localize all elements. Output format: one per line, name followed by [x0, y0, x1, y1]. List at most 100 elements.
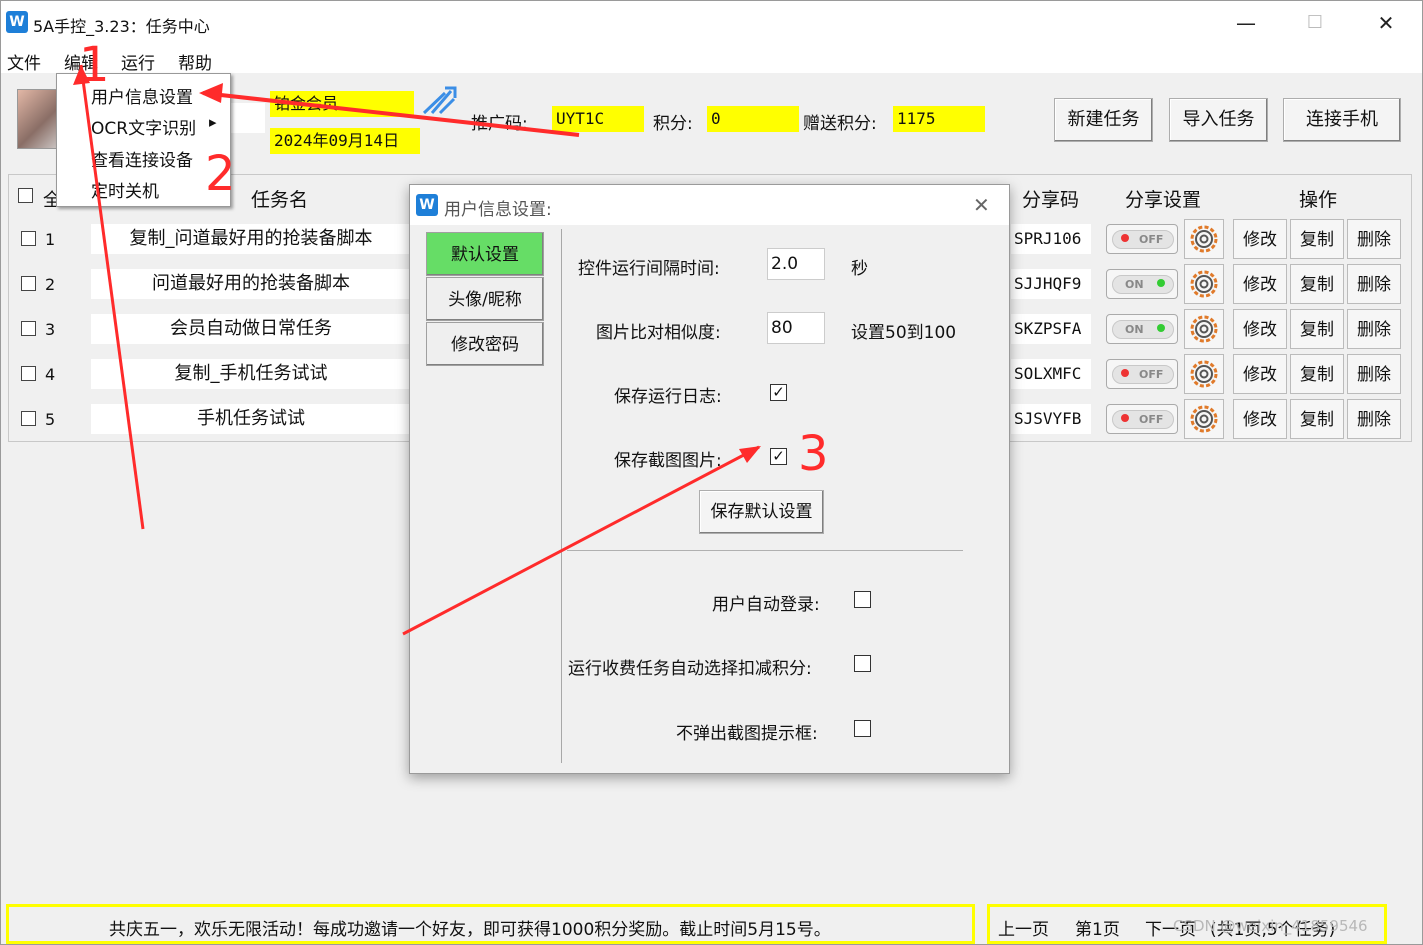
- toggle-state-label: OFF: [1139, 368, 1164, 381]
- similarity-hint: 设置50到100: [851, 323, 957, 343]
- edit-task-button[interactable]: 修改: [1233, 399, 1287, 439]
- avatar[interactable]: [17, 89, 57, 149]
- header-share-settings: 分享设置: [1125, 189, 1202, 211]
- dialog-app-icon: W: [416, 194, 438, 216]
- user-info-settings-dialog: W 用户信息设置: ✕ 默认设置 头像/昵称 修改密码 控件运行间隔时间: 2.…: [409, 184, 1010, 774]
- task-name-cell: 问道最好用的抢装备脚本: [91, 269, 411, 299]
- dialog-title: 用户信息设置:: [444, 200, 552, 220]
- save-screenshot-label: 保存截图图片:: [614, 451, 722, 471]
- prev-page-link[interactable]: 上一页: [998, 915, 1049, 940]
- toggle-state-label: ON: [1125, 278, 1144, 291]
- dialog-horizontal-divider: [567, 550, 963, 551]
- task-name-cell: 手机任务试试: [91, 404, 411, 434]
- connect-phone-button[interactable]: 连接手机: [1283, 98, 1401, 142]
- share-code-cell: SJJHQF9: [1011, 269, 1091, 299]
- menu-bar: 文件 编辑 运行 帮助: [1, 45, 1422, 74]
- gift-points-value: 1175: [893, 106, 985, 132]
- menu-scheduled-shutdown[interactable]: 定时关机: [91, 177, 159, 202]
- delete-task-button[interactable]: 删除: [1347, 264, 1401, 304]
- minimize-button[interactable]: —: [1223, 7, 1269, 39]
- toggle-state-label: ON: [1125, 323, 1144, 336]
- copy-task-button[interactable]: 复制: [1290, 219, 1344, 259]
- row-checkbox[interactable]: [21, 231, 36, 246]
- share-toggle[interactable]: OFF: [1106, 224, 1178, 254]
- select-all-checkbox[interactable]: [18, 188, 33, 203]
- points-label: 积分:: [653, 114, 693, 134]
- delete-task-button[interactable]: 删除: [1347, 219, 1401, 259]
- header-task-name: 任务名: [251, 189, 309, 211]
- delete-task-button[interactable]: 删除: [1347, 309, 1401, 349]
- no-screenshot-popup-label: 不弹出截图提示框:: [676, 724, 818, 744]
- close-button[interactable]: ✕: [1363, 7, 1409, 39]
- gear-icon[interactable]: [1184, 309, 1224, 349]
- auto-login-checkbox[interactable]: [854, 591, 871, 608]
- menu-file[interactable]: 文件: [7, 49, 41, 74]
- row-checkbox[interactable]: [21, 366, 36, 381]
- task-name-cell: 会员自动做日常任务: [91, 314, 411, 344]
- auto-login-label: 用户自动登录:: [712, 595, 820, 615]
- share-toggle[interactable]: OFF: [1106, 359, 1178, 389]
- dialog-close-button[interactable]: ✕: [973, 193, 990, 217]
- edit-task-button[interactable]: 修改: [1233, 309, 1287, 349]
- gift-points-label: 赠送积分:: [803, 114, 877, 134]
- menu-ocr-recognition[interactable]: OCR文字识别: [91, 114, 196, 139]
- tab-change-password[interactable]: 修改密码: [426, 322, 544, 366]
- edit-task-button[interactable]: 修改: [1233, 354, 1287, 394]
- row-number: 3: [45, 320, 56, 339]
- main-window: W 5A手控_3.23：任务中心 — ☐ ✕ 文件 编辑 运行 帮助 铂金会员 …: [0, 0, 1423, 945]
- annotation-number-1: 1: [79, 37, 110, 93]
- title-bar: W 5A手控_3.23：任务中心 — ☐ ✕: [1, 1, 1422, 45]
- annotation-number-3: 3: [798, 426, 829, 482]
- no-screenshot-popup-checkbox[interactable]: [854, 720, 871, 737]
- similarity-input[interactable]: 80: [767, 312, 825, 344]
- gear-icon[interactable]: [1184, 399, 1224, 439]
- maximize-button[interactable]: ☐: [1292, 7, 1338, 39]
- similarity-label: 图片比对相似度:: [596, 323, 721, 343]
- edit-task-button[interactable]: 修改: [1233, 264, 1287, 304]
- points-value: 0: [707, 106, 799, 132]
- share-code-cell: SJSVYFB: [1011, 404, 1091, 434]
- gear-icon[interactable]: [1184, 264, 1224, 304]
- interval-unit: 秒: [851, 259, 868, 279]
- share-code-cell: SOLXMFC: [1011, 359, 1091, 389]
- import-task-button[interactable]: 导入任务: [1169, 98, 1268, 142]
- row-number: 4: [45, 365, 56, 384]
- delete-task-button[interactable]: 删除: [1347, 354, 1401, 394]
- menu-view-connected-devices[interactable]: 查看连接设备: [91, 146, 193, 171]
- save-screenshot-checkbox[interactable]: ✓: [770, 448, 787, 465]
- edit-task-button[interactable]: 修改: [1233, 219, 1287, 259]
- toggle-state-label: OFF: [1139, 413, 1164, 426]
- save-log-checkbox[interactable]: ✓: [770, 384, 787, 401]
- copy-task-button[interactable]: 复制: [1290, 399, 1344, 439]
- copy-task-button[interactable]: 复制: [1290, 354, 1344, 394]
- auto-deduct-points-checkbox[interactable]: [854, 655, 871, 672]
- save-default-settings-button[interactable]: 保存默认设置: [699, 490, 824, 534]
- toggle-state-label: OFF: [1139, 233, 1164, 246]
- menu-help[interactable]: 帮助: [178, 49, 212, 74]
- copy-task-button[interactable]: 复制: [1290, 264, 1344, 304]
- dialog-title-bar: W 用户信息设置: ✕: [410, 185, 1009, 225]
- new-task-button[interactable]: 新建任务: [1054, 98, 1153, 142]
- delete-task-button[interactable]: 删除: [1347, 399, 1401, 439]
- row-checkbox[interactable]: [21, 276, 36, 291]
- share-toggle[interactable]: ON: [1106, 314, 1178, 344]
- tab-default-settings[interactable]: 默认设置: [426, 232, 544, 276]
- row-number: 2: [45, 275, 56, 294]
- interval-input[interactable]: 2.0: [767, 248, 825, 280]
- menu-run[interactable]: 运行: [121, 49, 155, 74]
- copy-task-button[interactable]: 复制: [1290, 309, 1344, 349]
- share-toggle[interactable]: ON: [1106, 269, 1178, 299]
- gear-icon[interactable]: [1184, 354, 1224, 394]
- promo-code-label: 推广码:: [471, 114, 528, 134]
- row-checkbox[interactable]: [21, 321, 36, 336]
- tab-avatar-nickname[interactable]: 头像/昵称: [426, 277, 544, 321]
- upgrade-arrows-icon[interactable]: [421, 85, 457, 117]
- share-toggle[interactable]: OFF: [1106, 404, 1178, 434]
- current-page: 第1页: [1075, 920, 1120, 940]
- row-checkbox[interactable]: [21, 411, 36, 426]
- announcement-bar: 共庆五一，欢乐无限活动！每成功邀请一个好友，即可获得1000积分奖励。截止时间5…: [6, 904, 975, 944]
- task-name-cell: 复制_问道最好用的抢装备脚本: [91, 224, 411, 254]
- submenu-arrow-icon: ▸: [209, 113, 217, 131]
- gear-icon[interactable]: [1184, 219, 1224, 259]
- share-code-cell: SKZPSFA: [1011, 314, 1091, 344]
